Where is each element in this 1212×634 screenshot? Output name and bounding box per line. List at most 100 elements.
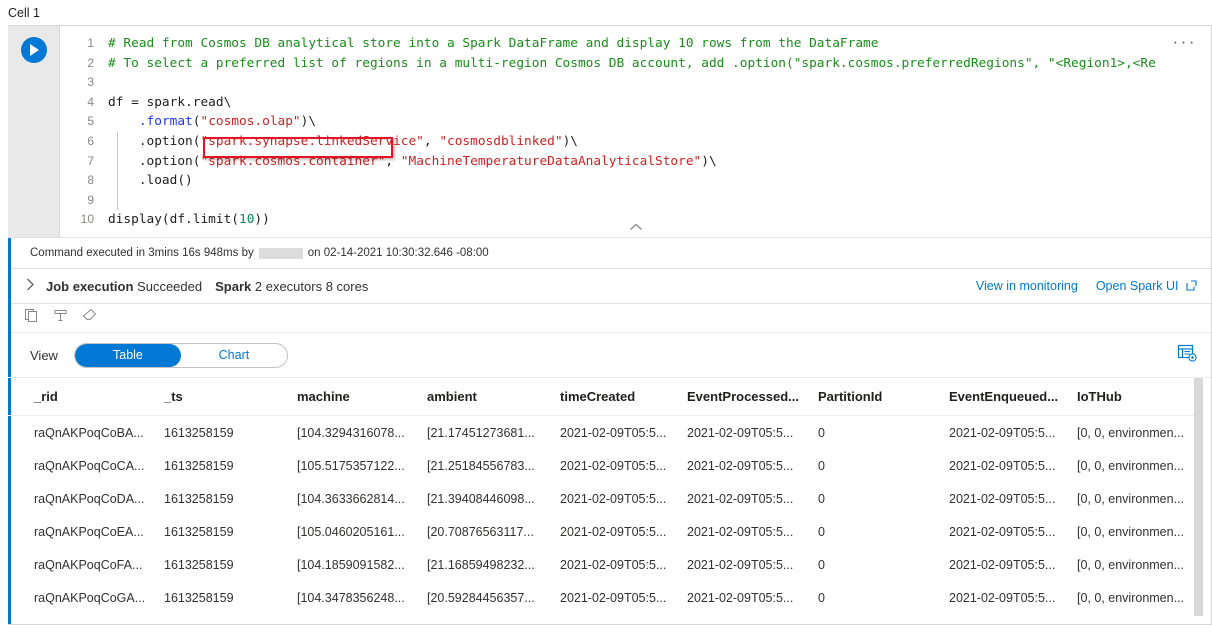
table-row[interactable]: raQnAKPoqCoGA...1613258159[104.347835624… xyxy=(8,581,1197,614)
table-cell: 2021-02-09T05:5... xyxy=(949,482,1077,515)
table-cell: 2021-02-09T05:5... xyxy=(949,581,1077,614)
table-column-header[interactable]: machine xyxy=(297,378,427,416)
table-row[interactable]: raQnAKPoqCoFA...1613258159[104.185909158… xyxy=(8,548,1197,581)
spark-label: Spark xyxy=(215,279,251,294)
table-column-header[interactable]: IoTHub xyxy=(1077,378,1197,416)
view-in-monitoring-link[interactable]: View in monitoring xyxy=(976,279,1078,293)
table-cell: raQnAKPoqCoCA... xyxy=(8,449,164,482)
table-cell: [21.25184556783... xyxy=(427,449,560,482)
table-cell: [105.5175357122... xyxy=(297,449,427,482)
chevron-right-icon xyxy=(26,278,35,291)
code-line: 9 xyxy=(60,191,1211,211)
line-number: 10 xyxy=(60,210,108,230)
table-cell: [104.3478356248... xyxy=(297,581,427,614)
table-row[interactable]: raQnAKPoqCoBA...1613258159[104.329431607… xyxy=(8,416,1197,450)
result-table-container[interactable]: _rid_tsmachineambienttimeCreatedEventPro… xyxy=(8,377,1211,616)
spark-info: 2 executors 8 cores xyxy=(255,279,368,294)
code-token-num: 10 xyxy=(239,212,254,227)
code-token-plain: , xyxy=(424,134,439,149)
export-icon[interactable] xyxy=(53,308,68,328)
code-line: 7 .option("spark.cosmos.container", "Mac… xyxy=(60,152,1211,172)
indent-guide xyxy=(117,132,118,210)
table-cell: raQnAKPoqCoBA... xyxy=(8,416,164,450)
result-table: _rid_tsmachineambienttimeCreatedEventPro… xyxy=(8,378,1197,614)
table-settings-icon[interactable] xyxy=(1177,343,1197,368)
job-links: View in monitoring Open Spark UI xyxy=(976,279,1197,294)
table-column-header[interactable]: EventEnqueued... xyxy=(949,378,1077,416)
code-row: 1# Read from Cosmos DB analytical store … xyxy=(8,26,1211,238)
cell-more-menu-icon[interactable]: ··· xyxy=(1173,37,1197,47)
table-column-header[interactable]: _rid xyxy=(8,378,164,416)
table-cell: [0, 0, environmen... xyxy=(1077,482,1197,515)
clear-icon[interactable] xyxy=(82,308,98,328)
chevron-up-icon xyxy=(629,223,642,231)
view-tab-table[interactable]: Table xyxy=(75,344,181,367)
line-number: 3 xyxy=(60,73,108,93)
expand-job-chevron-icon[interactable] xyxy=(26,278,35,294)
table-cell: 1613258159 xyxy=(164,548,297,581)
open-spark-ui-link[interactable]: Open Spark UI xyxy=(1096,279,1197,294)
code-line: 1# Read from Cosmos DB analytical store … xyxy=(60,34,1211,54)
table-cell: 2021-02-09T05:5... xyxy=(687,482,818,515)
table-cell: 1613258159 xyxy=(164,515,297,548)
code-text: .option("spark.cosmos.container", "Machi… xyxy=(108,152,717,172)
table-cell: 2021-02-09T05:5... xyxy=(949,416,1077,450)
table-cell: 2021-02-09T05:5... xyxy=(560,515,687,548)
cell-label: Cell 1 xyxy=(0,0,1212,25)
code-token-plain: , xyxy=(385,154,400,169)
table-cell: [0, 0, environmen... xyxy=(1077,581,1197,614)
table-cell: 1613258159 xyxy=(164,482,297,515)
code-token-plain xyxy=(108,114,139,129)
table-cell: 0 xyxy=(818,482,949,515)
result-table-body: raQnAKPoqCoBA...1613258159[104.329431607… xyxy=(8,416,1197,615)
code-token-str: "cosmosdblinked" xyxy=(439,134,562,149)
table-cell: [104.1859091582... xyxy=(297,548,427,581)
table-column-header[interactable]: EventProcessed... xyxy=(687,378,818,416)
table-cell: [105.0460205161... xyxy=(297,515,427,548)
code-token-plain: )\ xyxy=(563,134,578,149)
table-column-header[interactable]: timeCreated xyxy=(560,378,687,416)
collapse-code-chevron-icon[interactable] xyxy=(629,223,642,234)
table-vertical-scrollbar[interactable] xyxy=(1194,378,1203,616)
code-editor[interactable]: 1# Read from Cosmos DB analytical store … xyxy=(60,26,1211,237)
table-cell: 2021-02-09T05:5... xyxy=(949,515,1077,548)
table-cell: 2021-02-09T05:5... xyxy=(560,416,687,450)
table-row[interactable]: raQnAKPoqCoCA...1613258159[105.517535712… xyxy=(8,449,1197,482)
code-token-plain: .option( xyxy=(108,154,200,169)
code-token-comment: # To select a preferred list of regions … xyxy=(108,56,1156,71)
table-column-header[interactable]: PartitionId xyxy=(818,378,949,416)
table-cell: [21.16859498232... xyxy=(427,548,560,581)
code-line: 6 .option("spark.synapse.linkedService",… xyxy=(60,132,1211,152)
table-cell: 2021-02-09T05:5... xyxy=(687,548,818,581)
code-token-plain: )\ xyxy=(701,154,716,169)
open-spark-ui-label: Open Spark UI xyxy=(1096,279,1179,293)
code-lines: 1# Read from Cosmos DB analytical store … xyxy=(60,34,1211,230)
table-cell: 1613258159 xyxy=(164,449,297,482)
copy-icon[interactable] xyxy=(24,308,39,328)
table-cell: [0, 0, environmen... xyxy=(1077,449,1197,482)
table-cell: 0 xyxy=(818,515,949,548)
code-text: .load() xyxy=(108,171,193,191)
notebook-cell: 1# Read from Cosmos DB analytical store … xyxy=(8,25,1212,625)
table-cell: 2021-02-09T05:5... xyxy=(687,515,818,548)
table-cell: 2021-02-09T05:5... xyxy=(687,449,818,482)
run-cell-button[interactable] xyxy=(21,37,47,63)
view-tab-chart[interactable]: Chart xyxy=(181,344,287,367)
code-text: # Read from Cosmos DB analytical store i… xyxy=(108,34,878,54)
table-row[interactable]: raQnAKPoqCoDA...1613258159[104.363366281… xyxy=(8,482,1197,515)
table-cell: 0 xyxy=(818,416,949,450)
table-row[interactable]: raQnAKPoqCoEA...1613258159[105.046020516… xyxy=(8,515,1197,548)
line-number: 5 xyxy=(60,112,108,132)
cell-gutter xyxy=(8,26,60,237)
table-cell: 1613258159 xyxy=(164,581,297,614)
external-link-icon xyxy=(1186,280,1197,294)
table-column-header[interactable]: _ts xyxy=(164,378,297,416)
table-cell: 1613258159 xyxy=(164,416,297,450)
table-cell: 2021-02-09T05:5... xyxy=(560,581,687,614)
table-column-header[interactable]: ambient xyxy=(427,378,560,416)
table-cell: 2021-02-09T05:5... xyxy=(560,449,687,482)
line-number: 2 xyxy=(60,54,108,74)
code-text: display(df.limit(10)) xyxy=(108,210,270,230)
code-text: # To select a preferred list of regions … xyxy=(108,54,1156,74)
line-number: 1 xyxy=(60,34,108,54)
